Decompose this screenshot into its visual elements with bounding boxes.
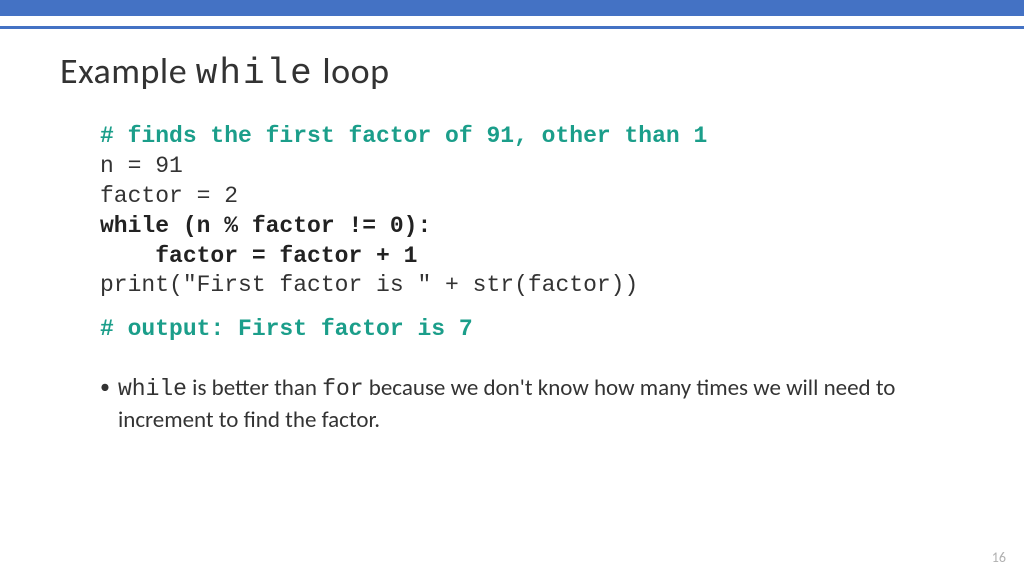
bullet-seg1: is better than: [187, 374, 322, 402]
code-print: print("First factor is " + str(factor)): [100, 271, 964, 301]
top-bar: [0, 0, 1024, 16]
code-body: factor = factor + 1: [100, 242, 964, 272]
code-while: while (n % factor != 0):: [100, 212, 964, 242]
code-line: factor = 2: [100, 182, 964, 212]
bullet-mono1: while: [118, 376, 187, 402]
code-comment: # finds the first factor of 91, other th…: [100, 122, 964, 152]
bullet-mono2: for: [322, 376, 363, 402]
bullet-text: while is better than for because we don'…: [118, 373, 964, 436]
bullet-marker: •: [100, 373, 110, 401]
title-mono: while: [196, 53, 314, 94]
slide-content: Example while loop # finds the first fac…: [0, 29, 1024, 436]
slide-title: Example while loop: [60, 49, 964, 94]
title-pre: Example: [60, 49, 196, 93]
code-line: n = 91: [100, 152, 964, 182]
bullet-item: • while is better than for because we do…: [100, 373, 964, 436]
top-gap: [0, 16, 1024, 26]
page-number: 16: [992, 549, 1006, 566]
title-post: loop: [314, 49, 390, 93]
code-output: # output: First factor is 7: [100, 315, 964, 345]
code-block: # finds the first factor of 91, other th…: [100, 122, 964, 345]
